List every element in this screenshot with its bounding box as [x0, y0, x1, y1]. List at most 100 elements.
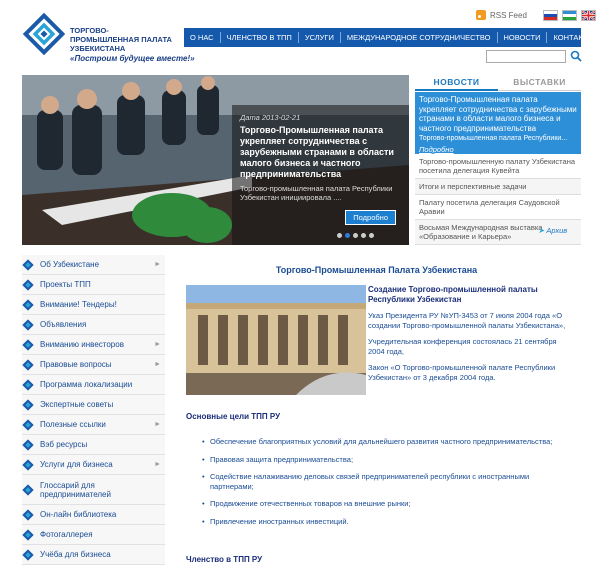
slider-dot[interactable]	[369, 233, 374, 238]
news-item[interactable]: Итоги и перспективные задачи	[415, 179, 581, 195]
chevron-right-icon: ►	[154, 341, 161, 348]
sidebar-item-about-uzbekistan[interactable]: Об Узбекистане ►	[22, 255, 165, 275]
sidebar-item-localization[interactable]: Программа локализации	[22, 375, 165, 395]
diamond-bullet-icon	[22, 483, 34, 496]
nav-about[interactable]: О НАС	[184, 32, 220, 43]
sidebar-menu: Об Узбекистане ► Проекты ТПП Внимание! Т…	[22, 255, 165, 565]
sidebar-item-label: Он-лайн библиотека	[40, 510, 117, 519]
diamond-bullet-icon	[22, 418, 34, 431]
tab-news[interactable]: НОВОСТИ	[415, 75, 498, 91]
sidebar-item-label: Об Узбекистане	[40, 260, 100, 269]
sidebar-item-business-services[interactable]: Услуги для бизнеса ►	[22, 455, 165, 475]
chevron-right-icon: ►	[154, 421, 161, 428]
intro-text: Создание Торгово-промышленной палаты Рес…	[368, 285, 568, 382]
intro-paragraph: Указ Президента РУ №УП-3453 от 7 июля 20…	[368, 311, 566, 330]
sidebar-item-legal[interactable]: Правовые вопросы ►	[22, 355, 165, 375]
diamond-bullet-icon	[22, 318, 34, 331]
diamond-bullet-icon	[22, 378, 34, 391]
diamond-bullet-icon	[22, 338, 34, 351]
tab-exhibitions[interactable]: ВЫСТАВКИ	[498, 75, 581, 91]
sidebar-item-tenders[interactable]: Внимание! Тендеры!	[22, 295, 165, 315]
diamond-bullet-icon	[22, 278, 34, 291]
slider-dot-active[interactable]	[345, 233, 350, 238]
slider-dot[interactable]	[353, 233, 358, 238]
goal-item: Содействие налаживанию деловых связей пр…	[202, 472, 562, 491]
goal-item: Обеспечение благоприятных условий для да…	[202, 437, 562, 447]
search-input[interactable]	[486, 50, 566, 63]
news-tabs: НОВОСТИ ВЫСТАВКИ	[415, 75, 581, 91]
main-content: Торгово-Промышленная Палата Узбекистана …	[172, 255, 581, 570]
sidebar-item-label: Программа локализации	[40, 380, 133, 389]
rss-icon[interactable]	[476, 10, 486, 20]
diamond-bullet-icon	[22, 508, 34, 521]
goals-heading: Основные цели ТПП РУ	[186, 412, 281, 421]
slide-text: Торгово-промышленная палата Республики У…	[240, 184, 393, 202]
goal-item: Привлечение иностранных инвестиций.	[202, 517, 562, 527]
slide-date: Дата 2013-02-21	[240, 113, 301, 122]
uzbek-flag-icon[interactable]	[561, 9, 577, 21]
sidebar-item-label: Объявления	[40, 320, 87, 329]
intro-heading: Создание Торгово-промышленной палаты Рес…	[368, 285, 538, 304]
sidebar-item-label: Вниманию инвесторов	[40, 340, 124, 349]
sidebar-item-label: Полезные ссылки	[40, 420, 106, 429]
utility-bar: RSS Feed	[476, 8, 596, 22]
slider-dot[interactable]	[337, 233, 342, 238]
top-nav: О НАС ЧЛЕНСТВО В ТПП УСЛУГИ МЕЖДУНАРОДНО…	[184, 28, 594, 47]
archive-label: Архив	[546, 226, 568, 235]
slogan: «Построим будущее вместе!»	[70, 54, 195, 63]
news-slider[interactable]: Дата 2013-02-21 Торгово-Промышленная пал…	[22, 75, 409, 245]
diamond-bullet-icon	[22, 398, 34, 411]
nav-news[interactable]: НОВОСТИ	[496, 32, 547, 43]
sidebar-item-photo-gallery[interactable]: Фотогаллерея	[22, 525, 165, 545]
news-item[interactable]: Торгово-промышленную палату Узбекистана …	[415, 154, 581, 179]
goal-item: Продвижение отечественных товаров на вне…	[202, 499, 562, 509]
search-icon[interactable]	[570, 50, 582, 62]
sidebar-item-label: Внимание! Тендеры!	[40, 300, 117, 309]
english-flag-icon[interactable]	[580, 9, 596, 21]
slide-more-button[interactable]: Подробно	[345, 210, 396, 225]
nav-services[interactable]: УСЛУГИ	[297, 32, 340, 43]
sidebar-item-label: Услуги для бизнеса	[40, 460, 113, 469]
slider-dot[interactable]	[361, 233, 366, 238]
sidebar-item-useful-links[interactable]: Полезные ссылки ►	[22, 415, 165, 435]
rss-link[interactable]: RSS Feed	[490, 11, 527, 20]
org-name: ТОРГОВО-ПРОМЫШЛЕННАЯ ПАЛАТА УЗБЕКИСТАНА	[70, 26, 172, 53]
chevron-right-icon: ►	[154, 361, 161, 368]
sidebar-item-label: Вэб ресурсы	[40, 440, 88, 449]
nav-contacts[interactable]: КОНТАКТЫ	[546, 32, 599, 43]
sidebar-item-label: Учёба для бизнеса	[40, 550, 111, 559]
sidebar-item-announcements[interactable]: Объявления	[22, 315, 165, 335]
archive-arrow-icon: ➤	[538, 226, 545, 235]
news-highlight-more[interactable]: Подробно	[419, 145, 577, 155]
news-archive-link[interactable]: ➤ Архив	[538, 226, 567, 235]
intro-paragraph: Закон «О Торгово-промышленной палате Рес…	[368, 363, 556, 382]
diamond-bullet-icon	[22, 258, 34, 271]
diamond-bullet-icon	[22, 358, 34, 371]
news-item[interactable]: Палату посетила делегация Саудовской Ара…	[415, 195, 581, 220]
news-highlight-title: Торгово-Промышленная палата укрепляет со…	[419, 95, 577, 133]
news-list: Торгово-Промышленная палата укрепляет со…	[415, 92, 581, 245]
sidebar-item-label: Экспертные советы	[40, 400, 114, 409]
slide-title[interactable]: Торгово-Промышленная палата укрепляет со…	[240, 125, 402, 180]
diamond-bullet-icon	[22, 458, 34, 471]
sidebar-item-business-training[interactable]: Учёба для бизнеса	[22, 545, 165, 565]
diamond-bullet-icon	[22, 438, 34, 451]
nav-membership[interactable]: ЧЛЕНСТВО В ТПП	[219, 32, 298, 43]
chevron-right-icon: ►	[154, 261, 161, 268]
chevron-right-icon: ►	[154, 461, 161, 468]
chamber-logo[interactable]	[22, 12, 66, 56]
nav-international[interactable]: МЕЖДУНАРОДНОЕ СОТРУДНИЧЕСТВО	[339, 32, 497, 43]
sidebar-item-web-resources[interactable]: Вэб ресурсы	[22, 435, 165, 455]
sidebar-item-label: Правовые вопросы	[40, 360, 112, 369]
sidebar-item-label: Проекты ТПП	[40, 280, 91, 289]
sidebar-item-online-library[interactable]: Он-лайн библиотека	[22, 505, 165, 525]
sidebar-item-glossary[interactable]: Глоссарий для предпринимателей	[22, 475, 165, 505]
news-highlight[interactable]: Торгово-Промышленная палата укрепляет со…	[415, 92, 581, 154]
intro-paragraph: Учредительная конференция состоялась 21 …	[368, 337, 557, 356]
sidebar-item-projects[interactable]: Проекты ТПП	[22, 275, 165, 295]
goal-item: Правовая защита предпринимательства;	[202, 455, 562, 465]
sidebar-item-expert-councils[interactable]: Экспертные советы	[22, 395, 165, 415]
russian-flag-icon[interactable]	[542, 9, 558, 21]
sidebar-item-investors[interactable]: Вниманию инвесторов ►	[22, 335, 165, 355]
diamond-bullet-icon	[22, 528, 34, 541]
